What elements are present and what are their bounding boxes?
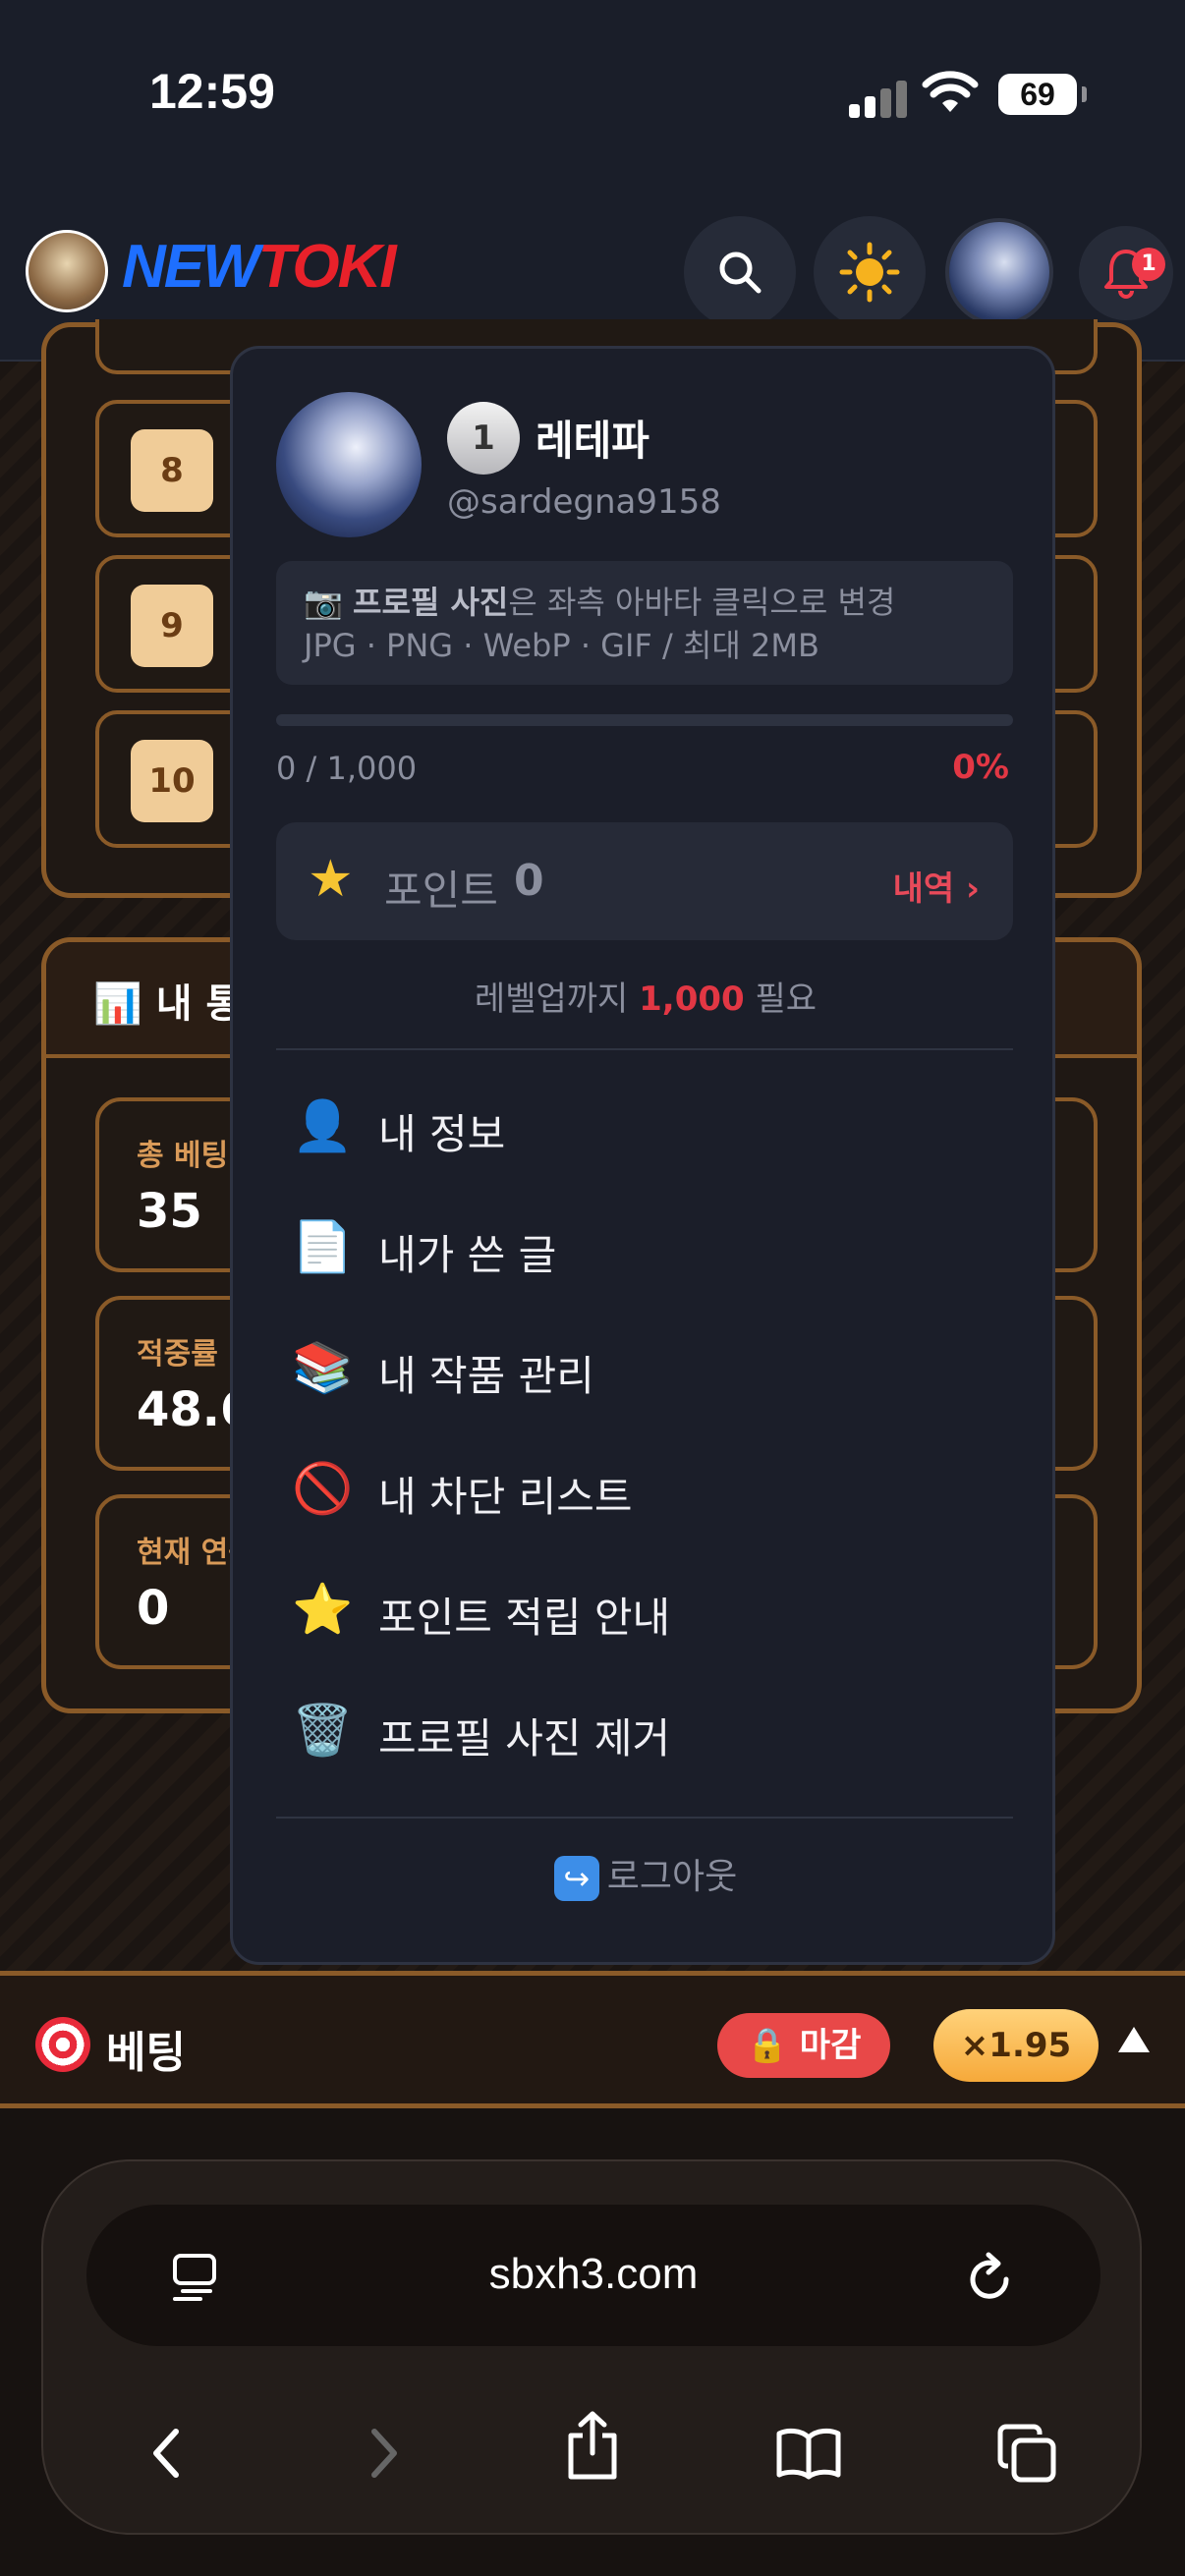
stats-title: 📊 내 통 (93, 981, 243, 1027)
menu-item-label: 내가 쓴 글 (378, 1231, 557, 1279)
browser-toolbar: sbxh3.com (0, 2108, 1185, 2576)
bookmarks-button[interactable] (774, 2419, 843, 2488)
profile-dropdown-menu: 1 레테파 @sardegna9158 📷 프로필 사진은 좌측 아바타 클릭으… (230, 346, 1055, 1965)
forward-button[interactable] (350, 2419, 419, 2488)
star-icon: ★ (308, 850, 354, 909)
betting-closed-badge: 🔒 마감 (717, 2013, 890, 2078)
levelup-prefix: 레벨업까지 (474, 980, 629, 1019)
menu-item-label: 내 차단 리스트 (378, 1473, 633, 1521)
points-label: 포인트 (384, 867, 498, 915)
trash-icon: 🗑️ (292, 1702, 354, 1759)
site-logo[interactable]: NEWTOKI (122, 232, 397, 302)
menu-item-remove-photo[interactable]: 🗑️ 프로필 사진 제거 (276, 1676, 1013, 1784)
menu-item-block-list[interactable]: 🚫 내 차단 리스트 (276, 1434, 1013, 1542)
points-box: ★ 포인트 0 내역 › (276, 822, 1013, 940)
logo-new-text: NEW (122, 233, 260, 301)
chevron-left-icon (153, 2429, 179, 2478)
target-icon (35, 2017, 90, 2072)
menu-item-my-works[interactable]: 📚 내 작품 관리 (276, 1314, 1013, 1422)
profile-avatar[interactable] (276, 392, 422, 537)
tabs-icon (997, 2424, 1056, 2483)
address-bar[interactable]: sbxh3.com (86, 2205, 1100, 2346)
photo-note-bold: 프로필 사진 (353, 584, 509, 621)
profile-name: 레테파 (536, 417, 649, 465)
book-icon (776, 2428, 841, 2480)
stat-label: 총 베팅 (137, 1139, 229, 1173)
level-badge: 1 (447, 402, 520, 475)
url-text: sbxh3.com (488, 2250, 699, 2298)
sun-icon (839, 242, 900, 303)
rank-number: 8 (131, 429, 213, 512)
books-icon: 📚 (292, 1339, 354, 1396)
menu-item-label: 프로필 사진 제거 (378, 1714, 671, 1763)
menu-item-label: 내 정보 (378, 1110, 506, 1158)
progress-percent: 0% (952, 748, 1009, 787)
camera-icon: 📷 (304, 584, 343, 621)
stat-value: 0 (137, 1581, 170, 1636)
user-icon: 👤 (292, 1097, 354, 1154)
theme-toggle-button[interactable] (814, 216, 926, 328)
betting-bar[interactable]: 베팅 🔒 마감 ×1.95 (0, 1971, 1185, 2108)
back-button[interactable] (132, 2419, 200, 2488)
star-icon: ⭐ (292, 1581, 354, 1638)
menu-item-points-guide[interactable]: ⭐ 포인트 적립 안내 (276, 1555, 1013, 1663)
levelup-requirement: 레벨업까지 1,000 필요 (233, 972, 1052, 1020)
menu-item-my-info[interactable]: 👤 내 정보 (276, 1072, 1013, 1180)
betting-odds-button[interactable]: ×1.95 (933, 2009, 1099, 2082)
chevron-right-icon (371, 2429, 397, 2478)
betting-title: 베팅 (106, 2028, 186, 2078)
points-history-link[interactable]: 내역 › (893, 862, 980, 910)
divider (276, 1048, 1013, 1050)
prohibited-icon: 🚫 (292, 1460, 354, 1517)
search-icon (719, 252, 762, 294)
logout-label: 로그아웃 (606, 1857, 738, 1897)
photo-note-text: 은 좌측 아바타 클릭으로 변경 (508, 584, 896, 621)
user-avatar-button[interactable] (945, 218, 1053, 326)
menu-item-label: 포인트 적립 안내 (378, 1594, 671, 1642)
stat-label: 적중률 (137, 1337, 218, 1372)
rank-number: 10 (131, 740, 213, 822)
document-icon: 📄 (292, 1218, 354, 1275)
menu-item-my-posts[interactable]: 📄 내가 쓴 글 (276, 1193, 1013, 1301)
status-time: 12:59 (149, 64, 275, 119)
points-value: 0 (514, 856, 544, 906)
progress-text: 0 / 1,000 (276, 750, 418, 787)
menu-item-label: 내 작품 관리 (378, 1352, 594, 1400)
share-button[interactable] (558, 2411, 627, 2480)
stat-value: 35 (137, 1184, 202, 1239)
share-icon (568, 2411, 617, 2480)
tabs-button[interactable] (992, 2419, 1061, 2488)
levelup-amount: 1,000 (639, 980, 745, 1019)
profile-handle: @sardegna9158 (447, 482, 721, 522)
reload-icon[interactable] (965, 2250, 1016, 2305)
divider (276, 1817, 1013, 1819)
logout-button[interactable]: ↪ 로그아웃 (233, 1848, 1052, 1901)
search-button[interactable] (684, 216, 796, 328)
battery-indicator: 69 (998, 74, 1087, 115)
wifi-icon (922, 71, 979, 112)
logo-toki-text: TOKI (257, 233, 397, 301)
cellular-signal-icon (849, 79, 908, 118)
browser-card: sbxh3.com (41, 2159, 1142, 2535)
profile-photo-note: 📷 프로필 사진은 좌측 아바타 클릭으로 변경 JPG · PNG · Web… (276, 561, 1013, 685)
logout-icon: ↪ (553, 1856, 599, 1901)
rank-number: 9 (131, 585, 213, 667)
level-progress-bar (276, 714, 1013, 726)
notification-count-badge: 1 (1132, 248, 1165, 281)
notifications-button[interactable]: 1 (1079, 226, 1173, 320)
photo-note-formats: JPG · PNG · WebP · GIF / 최대 2MB (304, 627, 819, 664)
status-bar: 12:59 69 (0, 0, 1185, 206)
expand-up-icon[interactable] (1118, 2027, 1150, 2052)
site-logo-avatar[interactable] (26, 230, 108, 312)
levelup-suffix: 필요 (755, 980, 818, 1019)
